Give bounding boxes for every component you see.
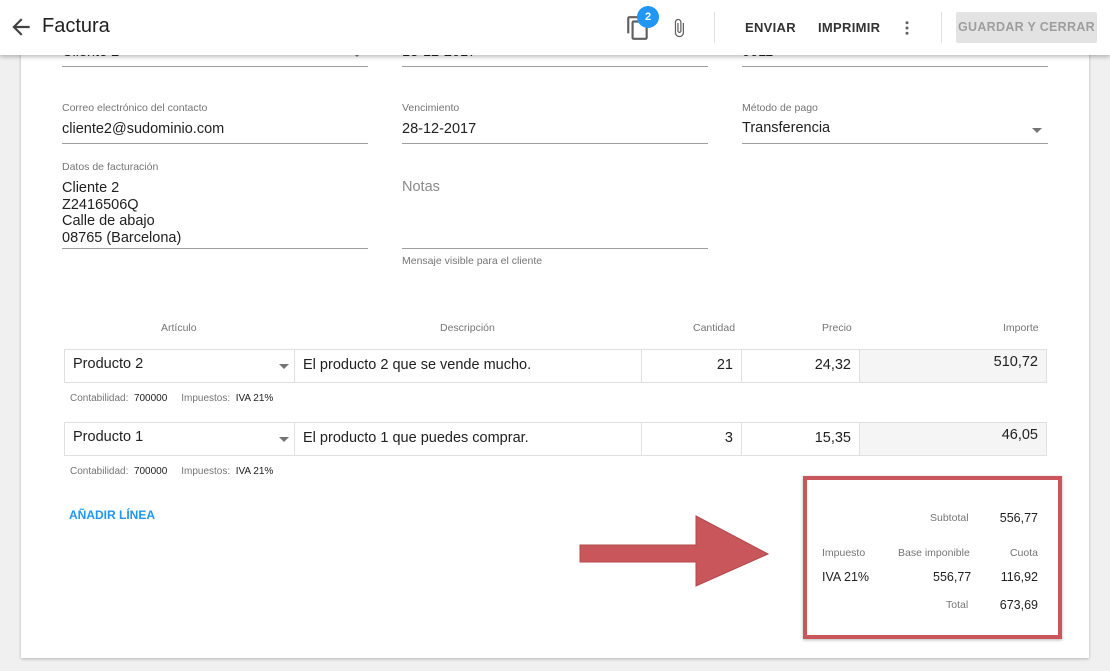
- contact-email-underline: [62, 143, 368, 144]
- line-quantity-value: 3: [724, 430, 733, 446]
- add-line-button[interactable]: AÑADIR LÍNEA: [69, 508, 155, 522]
- date-field-underline: [402, 66, 708, 67]
- payment-method-dropdown-icon[interactable]: [1032, 128, 1042, 133]
- app-bar: Factura 2 ENVIAR IMPRIMIR GUARDAR Y CERR…: [0, 0, 1110, 55]
- line-amount-value: 46,05: [1001, 427, 1038, 443]
- save-and-close-button[interactable]: GUARDAR Y CERRAR: [956, 12, 1097, 43]
- quota-header: Cuota: [1009, 547, 1038, 559]
- base-header: Base imponible: [898, 547, 970, 559]
- column-header-description: Descripción: [440, 322, 495, 334]
- column-header-amount: Importe: [1003, 322, 1039, 334]
- billing-line: Z2416506Q: [62, 196, 139, 213]
- line-article-value: Producto 2: [73, 356, 144, 372]
- print-button[interactable]: IMPRIMIR: [818, 20, 880, 35]
- billing-data-underline: [62, 248, 368, 249]
- line-quantity-input[interactable]: 21: [641, 349, 742, 383]
- line-description-value: El producto 1 que puedes comprar.: [303, 430, 529, 446]
- billing-line: Calle de abajo: [62, 213, 155, 229]
- send-button[interactable]: ENVIAR: [745, 20, 796, 35]
- notes-help-text: Mensaje visible para el cliente: [402, 255, 543, 267]
- tax-quota-value: 116,92: [1000, 570, 1038, 584]
- tax-header: Impuesto: [822, 547, 866, 559]
- column-header-quantity: Cantidad: [693, 322, 736, 334]
- line-meta: Contabilidad: 700000 Impuestos: IVA 21%: [70, 466, 273, 477]
- due-date-input[interactable]: 28-12-2017: [402, 121, 476, 137]
- attachment-icon[interactable]: [669, 15, 689, 41]
- accounting-value: 700000: [133, 393, 168, 404]
- notes-underline: [402, 248, 708, 249]
- line-price-value: 24,32: [814, 357, 851, 373]
- line-price-input[interactable]: 15,35: [741, 422, 860, 456]
- toolbar-divider: [941, 12, 942, 43]
- number-field-underline: [742, 66, 1048, 67]
- payment-method-label: Método de pago: [742, 102, 818, 114]
- column-header-price: Precio: [822, 322, 852, 334]
- due-date-label: Vencimiento: [402, 102, 460, 114]
- tax-name: IVA 21%: [822, 570, 870, 584]
- accounting-value: 700000: [133, 466, 168, 477]
- taxes-label: Impuestos:: [181, 393, 231, 404]
- taxes-value: IVA 21%: [235, 393, 274, 404]
- billing-line: 08765 (Barcelona): [62, 229, 182, 246]
- subtotal-label: Subtotal: [930, 512, 969, 524]
- article-dropdown-icon[interactable]: [279, 437, 289, 442]
- line-meta: Contabilidad: 700000 Impuestos: IVA 21%: [70, 393, 273, 404]
- back-arrow-icon[interactable]: [8, 14, 34, 40]
- article-dropdown-icon[interactable]: [279, 364, 289, 369]
- line-article-select[interactable]: Producto 1: [64, 422, 295, 456]
- subtotal-value: 556,77: [999, 511, 1038, 525]
- page-title: Factura: [42, 15, 110, 37]
- taxes-label: Impuestos:: [181, 466, 231, 477]
- notes-textarea[interactable]: Notas: [402, 179, 440, 195]
- line-quantity-input[interactable]: 3: [641, 422, 742, 456]
- accounting-label: Contabilidad:: [70, 393, 129, 404]
- total-label: Total: [946, 599, 969, 611]
- column-header-article: Artículo: [161, 322, 197, 334]
- total-value: 673,69: [999, 598, 1038, 612]
- line-article-value: Producto 1: [73, 429, 144, 445]
- payment-method-underline: [742, 143, 1048, 144]
- billing-line: Cliente 2: [62, 180, 120, 196]
- client-field-underline: [62, 66, 368, 67]
- line-amount-cell: 46,05: [859, 422, 1047, 456]
- billing-data-textarea[interactable]: Cliente 2 Z2416506Q Calle de abajo 08765…: [62, 180, 181, 246]
- toolbar-divider: [714, 12, 715, 43]
- line-description-input[interactable]: El producto 2 que se vende mucho.: [294, 349, 642, 383]
- billing-data-label: Datos de facturación: [62, 161, 159, 173]
- due-date-underline: [402, 143, 708, 144]
- accounting-label: Contabilidad:: [70, 466, 129, 477]
- payment-method-select[interactable]: Transferencia: [742, 120, 830, 136]
- highlight-arrow-icon: [579, 515, 770, 587]
- contact-email-input[interactable]: cliente2@sudominio.com: [62, 121, 224, 137]
- more-vert-icon[interactable]: [898, 17, 916, 39]
- line-price-input[interactable]: 24,32: [741, 349, 860, 383]
- line-price-value: 15,35: [814, 430, 851, 446]
- count-badge: 2: [637, 6, 659, 28]
- line-amount-value: 510,72: [993, 354, 1038, 370]
- contact-email-label: Correo electrónico del contacto: [62, 102, 208, 114]
- taxes-value: IVA 21%: [235, 466, 274, 477]
- line-article-select[interactable]: Producto 2: [64, 349, 295, 383]
- line-description-value: El producto 2 que se vende mucho.: [303, 357, 532, 373]
- tax-base-value: 556,77: [933, 570, 972, 584]
- line-quantity-value: 21: [716, 357, 733, 373]
- line-amount-cell: 510,72: [859, 349, 1047, 383]
- line-description-input[interactable]: El producto 1 que puedes comprar.: [294, 422, 642, 456]
- totals-summary: Subtotal 556,77 Impuesto Base imponible …: [803, 476, 1062, 639]
